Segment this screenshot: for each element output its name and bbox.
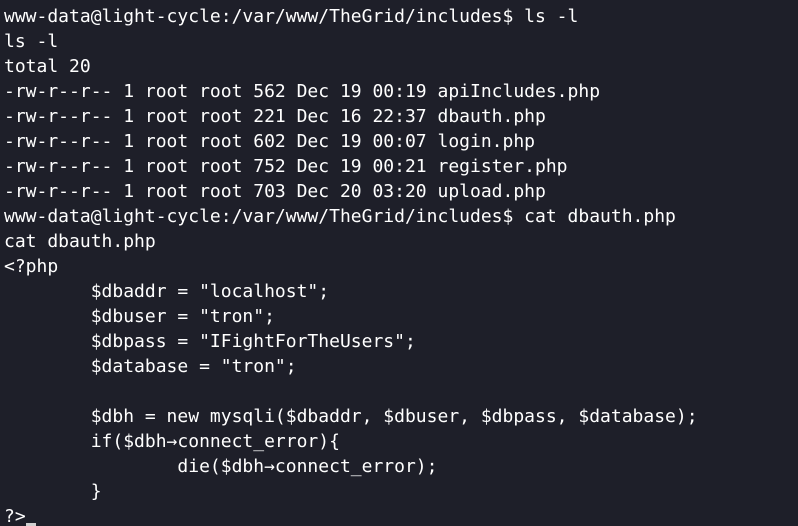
prompt-line-ls: www-data@light-cycle:/var/www/TheGrid/in…	[4, 6, 579, 27]
command-echo-cat: cat dbauth.php	[4, 231, 156, 252]
php-close-tag-line: ?>	[4, 504, 798, 526]
command-echo-ls: ls -l	[4, 31, 59, 52]
php-close-tag: ?>	[4, 506, 26, 526]
file-listing-row: -rw-r--r-- 1 root root 602 Dec 19 00:07 …	[4, 131, 536, 152]
php-code-line: $dbpass = "IFightForTheUsers";	[4, 331, 416, 352]
file-listing-row: -rw-r--r-- 1 root root 221 Dec 16 22:37 …	[4, 106, 546, 127]
php-code-line: $dbh = new mysqli($dbaddr, $dbuser, $dbp…	[4, 406, 698, 427]
file-listing-row: -rw-r--r-- 1 root root 703 Dec 20 03:20 …	[4, 181, 546, 202]
terminal-window[interactable]: www-data@light-cycle:/var/www/TheGrid/in…	[0, 0, 798, 526]
file-listing-row: -rw-r--r-- 1 root root 562 Dec 19 00:19 …	[4, 81, 601, 102]
php-code-line: }	[4, 481, 102, 502]
php-code-line: die($dbh→connect_error);	[4, 456, 438, 477]
php-code-line: $database = "tron";	[4, 356, 297, 377]
php-code-line: $dbuser = "tron";	[4, 306, 275, 327]
prompt-line-cat: www-data@light-cycle:/var/www/TheGrid/in…	[4, 206, 676, 227]
php-code-line: $dbaddr = "localhost";	[4, 281, 330, 302]
ls-total: total 20	[4, 56, 91, 77]
php-code-line: if($dbh→connect_error){	[4, 431, 340, 452]
php-open-tag: <?php	[4, 256, 59, 277]
file-listing-row: -rw-r--r-- 1 root root 752 Dec 19 00:21 …	[4, 156, 568, 177]
